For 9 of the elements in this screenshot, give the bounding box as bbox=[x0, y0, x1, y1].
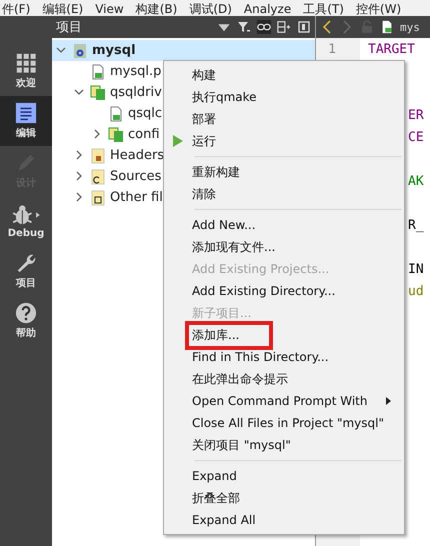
code-text: CE bbox=[408, 130, 424, 144]
code-text: TARGET bbox=[368, 42, 415, 56]
panel-title: 项目 bbox=[56, 19, 83, 36]
code-text: ER bbox=[408, 108, 424, 122]
code-text: AK bbox=[408, 174, 424, 188]
line-number: 1 bbox=[327, 42, 336, 56]
code-text: IN bbox=[408, 262, 424, 276]
code-text: R_ bbox=[408, 218, 424, 232]
code-text: ud bbox=[408, 284, 424, 298]
